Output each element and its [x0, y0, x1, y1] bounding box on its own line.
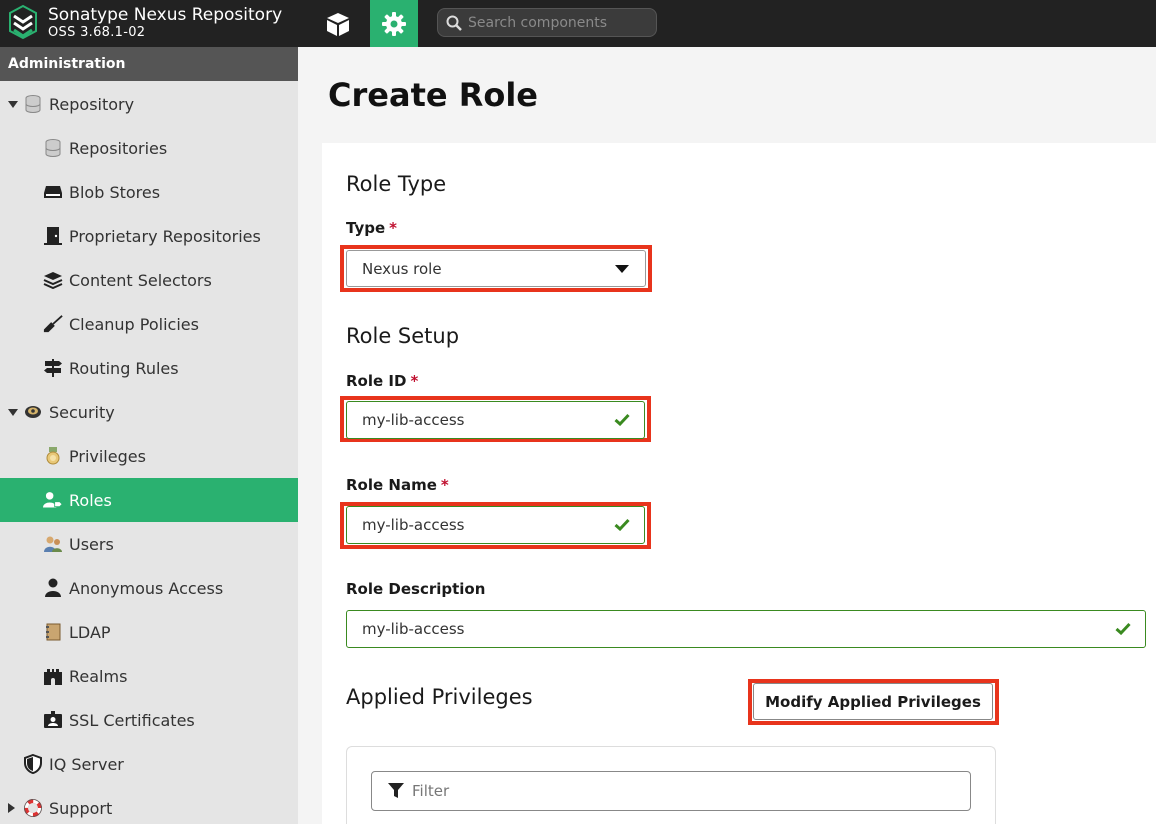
nexus-logo-icon: [9, 4, 37, 40]
sidebar-item-label: Security: [49, 402, 115, 422]
brand-version: OSS 3.68.1-02: [48, 24, 146, 40]
role-setup-heading: Role Setup: [346, 324, 460, 348]
signpost-icon: [43, 358, 63, 378]
sidebar-item-label: Anonymous Access: [69, 578, 224, 598]
brand[interactable]: Sonatype Nexus Repository OSS 3.68.1-02: [8, 4, 282, 40]
sidebar-item-routing-rules[interactable]: Routing Rules: [0, 346, 298, 390]
broom-icon: [43, 314, 63, 334]
door-icon: [43, 226, 63, 246]
sidebar-item-blob-stores[interactable]: Blob Stores: [0, 170, 298, 214]
sidebar-item-label: Proprietary Repositories: [69, 226, 261, 246]
role-description-value: my-lib-access: [362, 620, 465, 638]
role-id-label: Role ID *: [346, 372, 418, 390]
page-title: Create Role: [328, 76, 538, 114]
type-label-text: Type: [346, 219, 386, 237]
sidebar-item-label: Roles: [69, 490, 112, 510]
filter-input[interactable]: [412, 782, 952, 800]
top-bar: Sonatype Nexus Repository OSS 3.68.1-02: [0, 0, 1156, 47]
sidebar-item-label: Repository: [49, 94, 135, 114]
type-select-value: Nexus role: [362, 259, 442, 278]
role-id-value: my-lib-access: [362, 411, 465, 429]
check-icon: [614, 518, 630, 531]
role-description-label: Role Description: [346, 580, 486, 598]
applied-privileges-heading: Applied Privileges: [346, 685, 533, 709]
sidebar-item-label: Privileges: [69, 446, 146, 466]
id-badge-icon: [43, 710, 63, 730]
role-id-label-text: Role ID: [346, 372, 407, 390]
sidebar-item-label: IQ Server: [49, 754, 124, 774]
role-name-label-text: Role Name: [346, 476, 437, 494]
user-tag-icon: [43, 490, 63, 510]
user-icon: [43, 578, 63, 598]
search-icon: [446, 15, 462, 31]
hard-drive-icon: [43, 182, 63, 202]
brand-title: Sonatype Nexus Repository: [48, 4, 283, 25]
search-input[interactable]: [468, 14, 648, 31]
filter-box[interactable]: [371, 771, 971, 811]
administration-button[interactable]: [370, 0, 418, 47]
sidebar-item-proprietary-repositories[interactable]: Proprietary Repositories: [0, 214, 298, 258]
caret-right-icon[interactable]: [6, 803, 16, 813]
sidebar-item-label: Routing Rules: [69, 358, 179, 378]
sidebar-item-content-selectors[interactable]: Content Selectors: [0, 258, 298, 302]
sidebar-item-label: Repositories: [69, 138, 168, 158]
sidebar-item-label: Content Selectors: [69, 270, 212, 290]
role-description-input[interactable]: my-lib-access: [346, 610, 1146, 648]
cube-icon: [327, 12, 349, 36]
browse-button[interactable]: [314, 0, 362, 47]
required-marker: *: [440, 476, 449, 494]
sidebar-item-label: SSL Certificates: [69, 710, 195, 730]
shield-icon: [23, 754, 43, 774]
role-name-label: Role Name *: [346, 476, 449, 494]
sidebar-item-label: LDAP: [69, 622, 111, 642]
users-icon: [43, 534, 63, 554]
medal-icon: [43, 446, 63, 466]
sidebar-item-support[interactable]: Support: [0, 786, 298, 824]
check-icon: [614, 413, 630, 426]
sidebar-item-ssl-certificates[interactable]: SSL Certificates: [0, 698, 298, 742]
sidebar-item-repository[interactable]: Repository: [0, 82, 298, 126]
filter-icon: [388, 783, 404, 798]
modify-applied-privileges-button[interactable]: Modify Applied Privileges: [753, 683, 993, 720]
role-name-input[interactable]: my-lib-access: [346, 506, 645, 544]
sidebar-header: Administration: [0, 47, 298, 81]
sidebar-item-repositories[interactable]: Repositories: [0, 126, 298, 170]
sidebar-item-iq-server[interactable]: IQ Server: [0, 742, 298, 786]
required-marker: *: [410, 372, 419, 390]
lifebuoy-icon: [23, 798, 43, 818]
sidebar-item-cleanup-policies[interactable]: Cleanup Policies: [0, 302, 298, 346]
sidebar-item-label: Support: [49, 798, 113, 818]
type-select[interactable]: Nexus role: [346, 250, 646, 287]
sidebar-item-label: Users: [69, 534, 114, 554]
sidebar-item-realms[interactable]: Realms: [0, 654, 298, 698]
sidebar-item-label: Cleanup Policies: [69, 314, 199, 334]
required-marker: *: [389, 219, 397, 237]
sidebar-item-ldap[interactable]: LDAP: [0, 610, 298, 654]
castle-icon: [43, 666, 63, 686]
search-box[interactable]: [437, 8, 657, 37]
gear-icon: [382, 11, 406, 36]
security-badge-icon: [23, 402, 43, 422]
database-icon: [23, 94, 43, 114]
caret-down-icon[interactable]: [8, 407, 18, 417]
address-book-icon: [43, 622, 63, 642]
sidebar-item-roles[interactable]: Roles: [0, 478, 298, 522]
sidebar-item-users[interactable]: Users: [0, 522, 298, 566]
caret-down-icon[interactable]: [8, 99, 18, 109]
database-icon: [43, 138, 63, 158]
sidebar-item-label: Realms: [69, 666, 128, 686]
role-name-value: my-lib-access: [362, 516, 465, 534]
sidebar-item-privileges[interactable]: Privileges: [0, 434, 298, 478]
check-icon: [1115, 622, 1131, 635]
sidebar-item-anonymous-access[interactable]: Anonymous Access: [0, 566, 298, 610]
role-id-input[interactable]: my-lib-access: [346, 401, 645, 439]
role-type-heading: Role Type: [346, 172, 447, 196]
sidebar-item-security[interactable]: Security: [0, 390, 298, 434]
layers-icon: [43, 270, 63, 290]
sidebar-item-label: Blob Stores: [69, 182, 161, 202]
type-label: Type *: [346, 219, 397, 237]
chevron-down-icon: [615, 265, 629, 273]
